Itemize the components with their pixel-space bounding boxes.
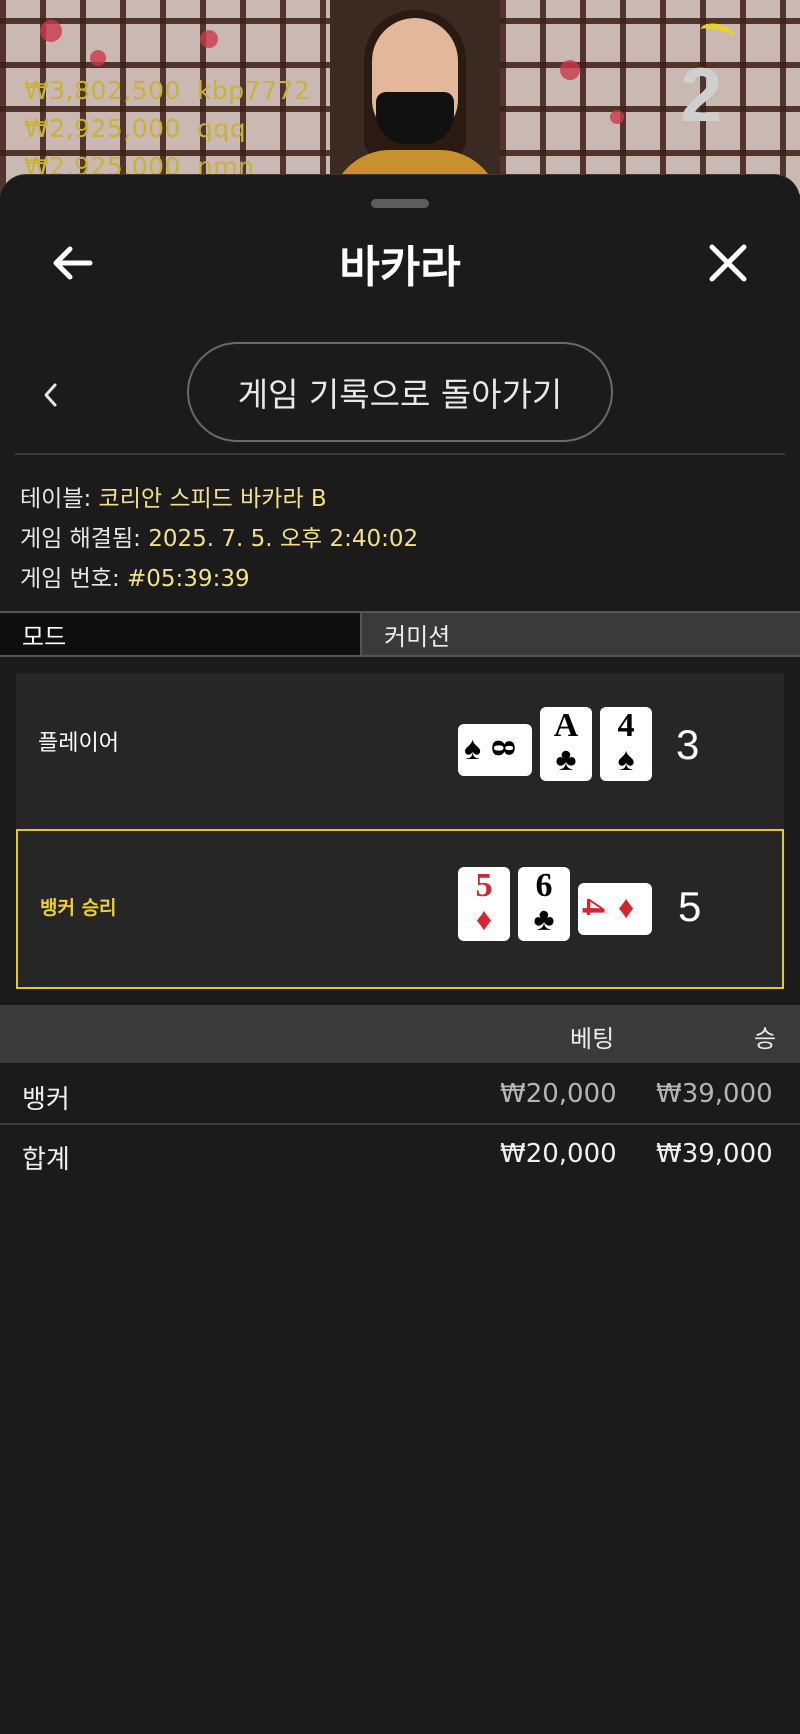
back-to-history-button[interactable]: 게임 기록으로 돌아가기 — [187, 342, 613, 442]
bet-row-amount: ₩20,000 — [500, 1079, 617, 1109]
bet-row-label: 뱅커 — [22, 1085, 70, 1115]
face-mask — [376, 92, 454, 144]
player-card-1: ♠ 8 — [458, 724, 532, 776]
banker-total: 5 — [678, 883, 702, 930]
total-bet-amount: ₩20,000 — [500, 1139, 617, 1169]
player-card-2: A ♣ — [540, 707, 592, 781]
banker-win-label: 뱅커 승리 — [40, 897, 117, 919]
page-title: 바카라 — [339, 242, 461, 293]
chevron-left-icon — [44, 383, 57, 407]
divider — [15, 453, 785, 455]
history-back-button[interactable] — [30, 375, 70, 415]
back-button[interactable] — [44, 235, 100, 291]
resolved-info: 게임 해결됨: 2025. 7. 5. 오후 2:40:02 — [20, 526, 419, 552]
leaderboard-entry: ₩3,802,500 kbp7772 — [24, 76, 311, 105]
live-video-background: ₩3,802,500 kbp7772 ₩2,925,000 qqq ₩2,925,0… — [0, 0, 800, 200]
banker-card-1: 5 ♦ — [458, 867, 510, 941]
player-card-3: 4 ♠ — [600, 707, 652, 781]
folding-screen-right — [500, 0, 800, 200]
mode-bar: 모드 커미션 — [0, 611, 800, 657]
mode-label: 모드 — [0, 613, 362, 655]
banker-card-2: 6 ♣ — [518, 867, 570, 941]
arrow-left-icon — [53, 246, 93, 280]
leaderboard-entry: ₩2,925,000 qqq — [24, 114, 247, 143]
bet-column-header: 베팅 — [570, 1025, 615, 1053]
player-result: 플레이어 ♠ 8 A ♣ 4 ♠ 3 — [16, 673, 784, 829]
drag-handle[interactable] — [371, 199, 429, 208]
game-history-sheet: 바카라 게임 기록으로 돌아가기 테이블: 코리안 스피드 바카라 B 게임 해… — [0, 174, 800, 1734]
close-icon — [709, 244, 747, 282]
banker-card-3: 4 ♦ — [575, 883, 652, 935]
commission-label: 커미션 — [362, 613, 800, 655]
bet-row-win: ₩39,000 — [656, 1079, 773, 1109]
table-info: 테이블: 코리안 스피드 바카라 B — [20, 486, 327, 512]
bets-table-header: 베팅 승 — [0, 1005, 800, 1063]
dealer — [330, 0, 500, 200]
countdown-timer: 2 — [680, 53, 723, 138]
player-label: 플레이어 — [38, 731, 119, 756]
win-column-header: 승 — [754, 1025, 777, 1053]
player-total: 3 — [676, 721, 700, 768]
row-divider — [0, 1123, 800, 1125]
total-win-amount: ₩39,000 — [656, 1139, 773, 1169]
total-row-label: 합계 — [22, 1145, 70, 1175]
game-number-info: 게임 번호: #05:39:39 — [20, 566, 250, 592]
banker-result: 뱅커 승리 5 ♦ 6 ♣ 4 ♦ 5 — [16, 829, 784, 989]
close-button[interactable] — [700, 235, 756, 291]
